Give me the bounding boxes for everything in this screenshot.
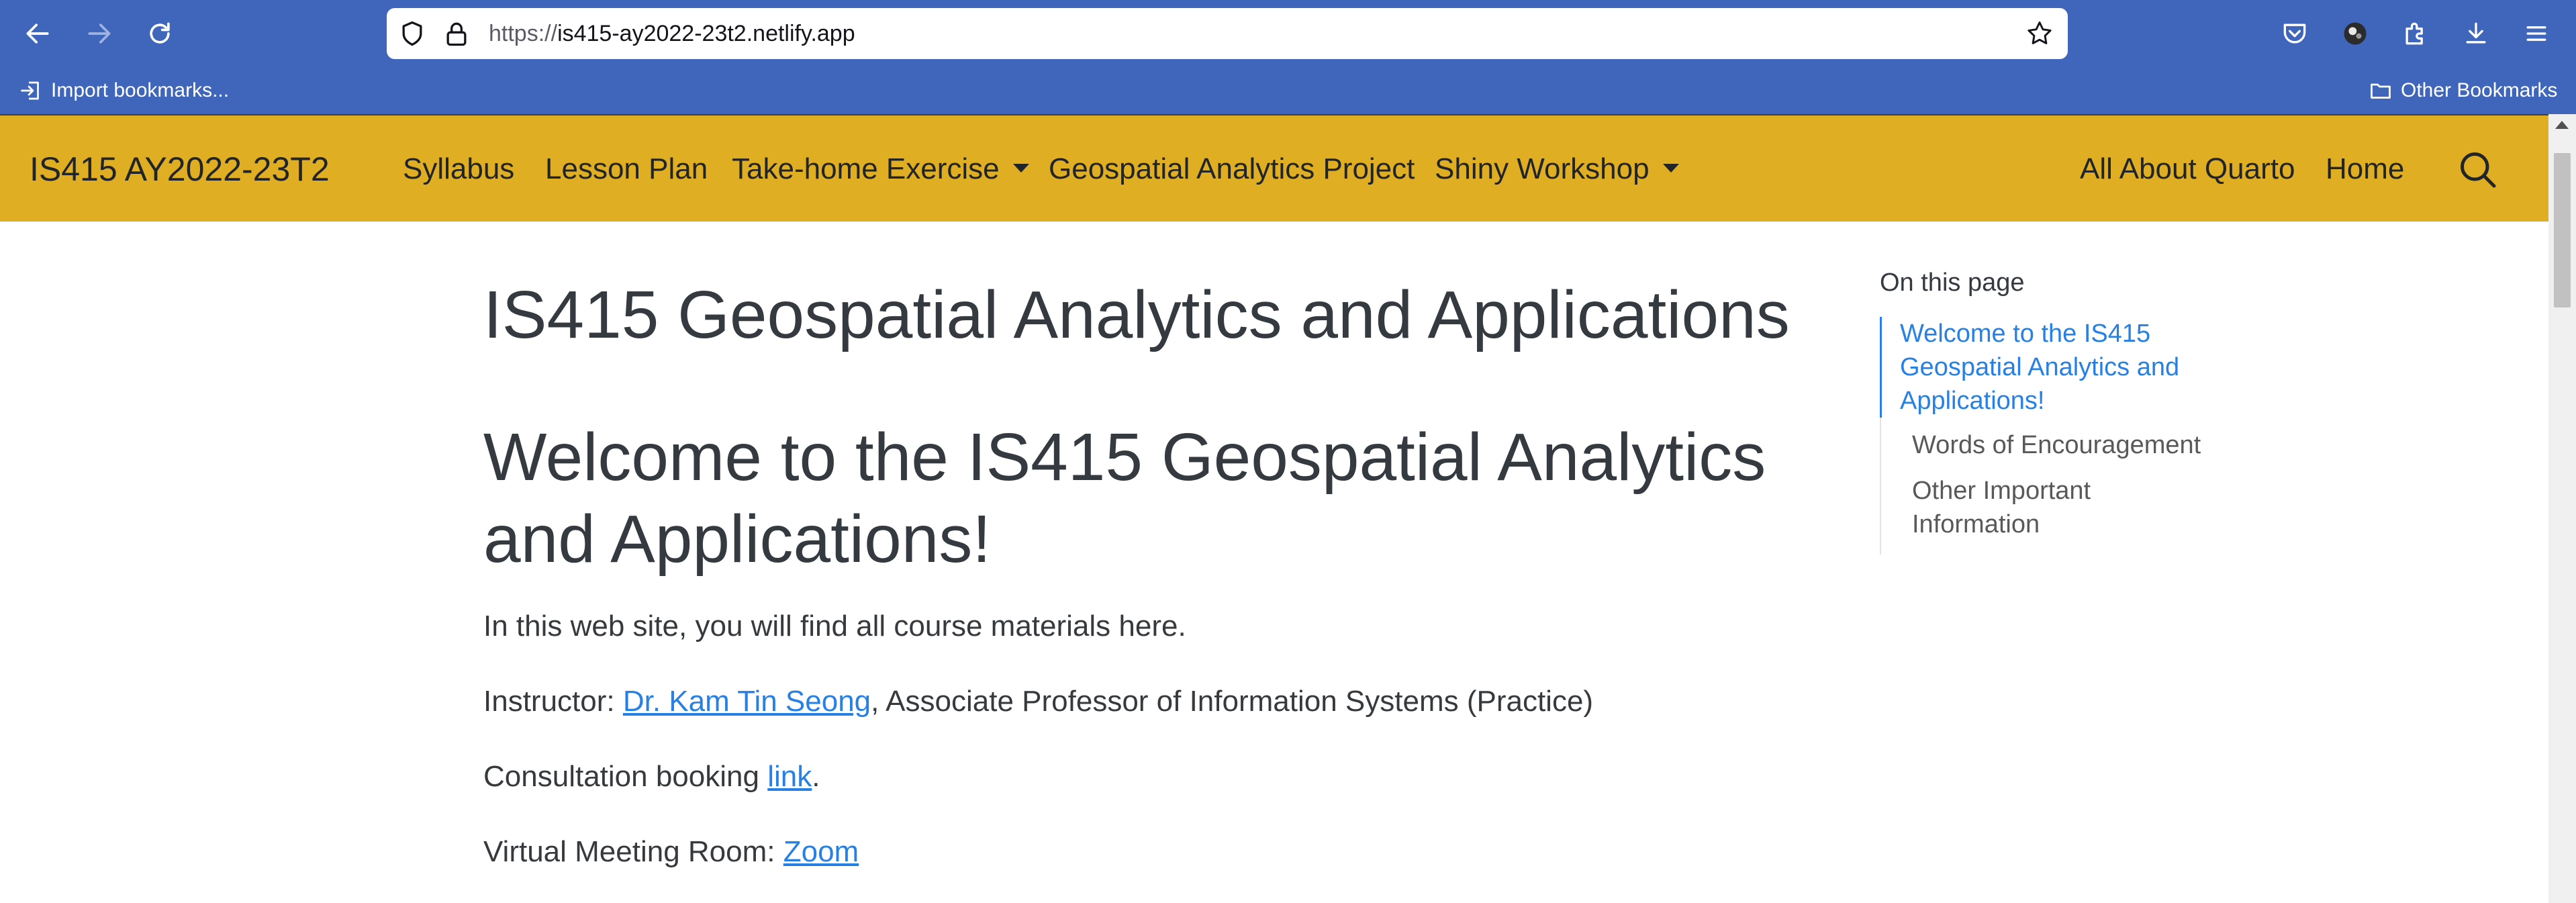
nav-geospatial-project[interactable]: Geospatial Analytics Project	[1049, 115, 1415, 223]
shield-icon[interactable]	[397, 19, 427, 48]
bookmarks-toolbar: Import bookmarks... Other Bookmarks	[0, 67, 2576, 114]
nav-take-home-exercise[interactable]: Take-home Exercise	[732, 115, 1029, 223]
nav-syllabus[interactable]: Syllabus	[403, 115, 514, 223]
nav-home[interactable]: Home	[2326, 115, 2404, 223]
instructor-line: Instructor: Dr. Kam Tin Seong, Associate…	[483, 685, 1593, 718]
toc-item-encouragement[interactable]: Words of Encouragement	[1912, 428, 2221, 462]
page-scrollbar[interactable]	[2548, 114, 2576, 903]
zoom-link[interactable]: Zoom	[783, 835, 859, 868]
consultation-link[interactable]: link	[767, 760, 812, 793]
hamburger-icon	[2526, 26, 2546, 41]
import-icon	[21, 81, 39, 100]
search-icon[interactable]	[2457, 149, 2497, 189]
page-title: IS415 Geospatial Analytics and Applicati…	[483, 277, 1790, 352]
other-bookmarks-label: Other Bookmarks	[2401, 79, 2558, 101]
account-avatar-icon	[2344, 22, 2367, 45]
download-icon	[2466, 22, 2486, 44]
pocket-button[interactable]	[2279, 17, 2311, 50]
import-bookmarks-label: Import bookmarks...	[51, 79, 230, 101]
downloads-button[interactable]	[2460, 17, 2492, 50]
account-button[interactable]	[2339, 17, 2371, 50]
url-bar[interactable]: https://is415-ay2022-23t2.netlify.app	[387, 8, 2068, 59]
back-button[interactable]	[19, 15, 56, 52]
consultation-line: Consultation booking link.	[483, 760, 820, 794]
chevron-down-icon	[1662, 163, 1679, 173]
reload-button[interactable]	[141, 15, 179, 52]
instructor-suffix: , Associate Professor of Information Sys…	[871, 685, 1594, 718]
reload-icon	[150, 22, 170, 44]
url-protocol: https://	[489, 21, 558, 46]
pocket-icon	[2283, 23, 2306, 44]
nav-shiny-workshop[interactable]: Shiny Workshop	[1435, 115, 1679, 223]
arrow-right-icon	[88, 23, 111, 44]
url-text[interactable]: https://is415-ay2022-23t2.netlify.app	[489, 8, 855, 59]
star-icon[interactable]	[2025, 19, 2054, 48]
instructor-prefix: Instructor:	[483, 685, 623, 718]
meeting-room-prefix: Virtual Meeting Room:	[483, 835, 783, 868]
instructor-link[interactable]: Dr. Kam Tin Seong	[623, 685, 871, 718]
puzzle-icon	[2405, 22, 2423, 45]
toc-list: Welcome to the IS415 Geospatial Analytic…	[1880, 317, 2229, 555]
lock-icon[interactable]	[442, 19, 471, 48]
scroll-thumb[interactable]	[2554, 153, 2571, 307]
import-bookmarks-item[interactable]: Import bookmarks...	[19, 77, 229, 105]
arrow-left-icon	[26, 23, 49, 44]
toc-sidebar: On this page Welcome to the IS415 Geospa…	[1880, 269, 2229, 555]
welcome-heading: Welcome to the IS415 Geospatial Analytic…	[483, 420, 1766, 577]
toc-title: On this page	[1880, 269, 2025, 297]
intro-text: In this web site, you will find all cour…	[483, 610, 1186, 643]
toc-item-welcome[interactable]: Welcome to the IS415 Geospatial Analytic…	[1880, 317, 2195, 418]
nav-shiny-workshop-label: Shiny Workshop	[1435, 152, 1650, 185]
url-host: is415-ay2022-23t2.netlify.app	[557, 21, 855, 46]
scroll-up-arrow-icon[interactable]	[2555, 121, 2569, 129]
site-navbar: IS415 AY2022-23T2 Syllabus Lesson Plan T…	[0, 114, 2548, 222]
toc-item-other-info[interactable]: Other Important Information	[1912, 474, 2113, 541]
meeting-room-line: Virtual Meeting Room: Zoom	[483, 835, 859, 869]
extensions-button[interactable]	[2399, 17, 2432, 50]
menu-button[interactable]	[2520, 17, 2553, 50]
browser-chrome: https://is415-ay2022-23t2.netlify.app Im…	[0, 0, 2576, 114]
consultation-suffix: .	[812, 760, 820, 793]
browser-toolbar: https://is415-ay2022-23t2.netlify.app	[0, 0, 2576, 67]
site-brand[interactable]: IS415 AY2022-23T2	[30, 115, 330, 223]
nav-all-about-quarto[interactable]: All About Quarto	[2080, 115, 2295, 223]
forward-button[interactable]	[81, 15, 118, 52]
folder-icon	[2371, 83, 2391, 99]
other-bookmarks-item[interactable]: Other Bookmarks	[2369, 77, 2557, 105]
nav-take-home-exercise-label: Take-home Exercise	[732, 152, 1000, 185]
chevron-down-icon	[1012, 163, 1029, 173]
nav-lesson-plan[interactable]: Lesson Plan	[545, 115, 708, 223]
consultation-prefix: Consultation booking	[483, 760, 768, 793]
